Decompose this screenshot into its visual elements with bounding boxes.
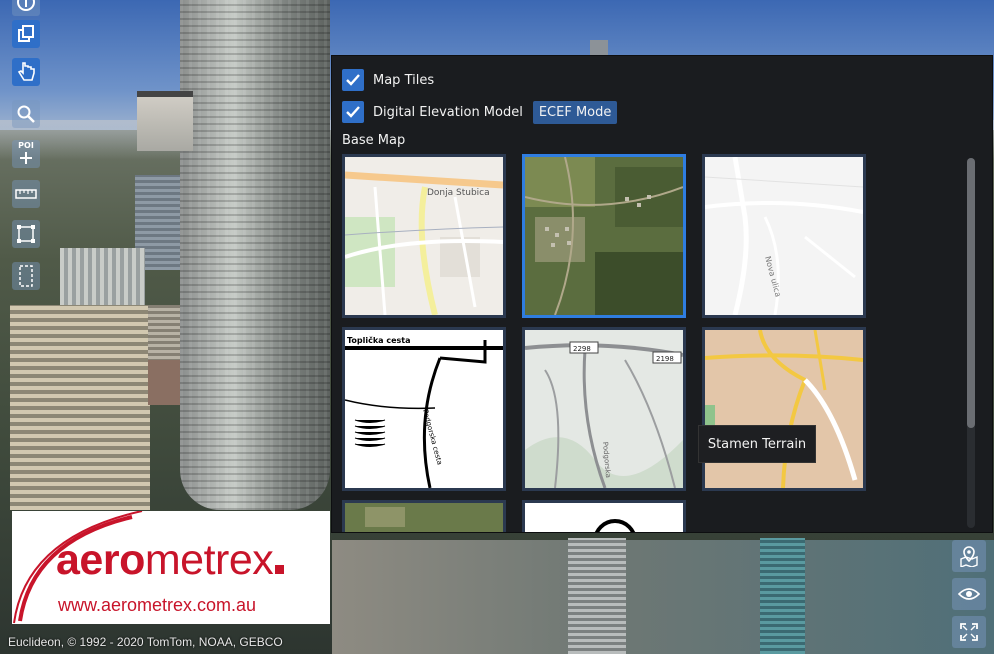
map-button[interactable] [12,180,40,208]
building [760,538,805,654]
logo-word-regular: metrex [144,536,274,584]
panel-scrollbar-thumb[interactable] [967,158,975,428]
base-map-tile-osm[interactable]: Donja Stubica [342,154,506,318]
copy-icon [18,25,34,42]
toner-map-preview: Toplička cesta Podgorska cesta [345,330,503,488]
eye-icon [958,588,980,600]
checkmark-icon [346,74,360,86]
satellite-map-preview [525,157,683,315]
aerometrex-logo: aerometrex www.aerometrex.com.au [12,511,330,624]
topo-map-preview: 2298 2198 Podgorska [525,330,683,488]
poi-label: POI [18,141,34,150]
base-map-tile-8[interactable] [522,500,686,532]
measure-area-button[interactable] [12,220,40,248]
main-tower [180,0,330,510]
building [568,538,626,654]
map-label: 2298 [573,345,591,353]
logo-word-bold: aero [56,536,145,584]
add-poi-button[interactable]: POI [12,140,40,168]
map-settings-panel: Map Tiles Digital Elevation Model ECEF M… [332,56,992,532]
camera-preview [137,91,193,151]
map-settings-button[interactable] [952,540,986,572]
ruler-icon [15,189,37,199]
visibility-button[interactable] [952,578,986,610]
base-map-tile-7[interactable] [342,500,506,532]
base-map-tile-topo[interactable]: 2298 2198 Podgorska [522,327,686,491]
ecef-mode-button[interactable]: ECEF Mode [532,100,618,124]
info-button[interactable] [12,0,40,16]
base-map-tile-light[interactable]: Nova ulica [702,154,866,318]
building [10,305,150,510]
map-tiles-label: Map Tiles [373,72,435,88]
search-button[interactable] [12,100,40,128]
panel-scrollbar[interactable] [967,158,975,528]
plus-icon [20,152,32,164]
polygon-nodes-icon [17,225,35,243]
hand-pointer-icon [17,62,35,81]
search-icon [17,105,35,123]
slice-button[interactable] [12,262,40,290]
logo-url: www.aerometrex.com.au [58,595,257,615]
fullscreen-icon [960,623,978,641]
checkmark-icon [346,106,360,118]
dem-label: Digital Elevation Model [373,104,523,120]
coastline [332,540,994,654]
osm-map-preview: Donja Stubica [345,157,503,315]
logo-wordmark: aerometrex [56,536,285,584]
map-attribution: Euclideon, © 1992 - 2020 TomTom, NOAA, G… [8,635,283,649]
fullscreen-button[interactable] [952,616,986,648]
map-label: Donja Stubica [427,188,490,198]
base-map-grid: Donja Stubica Nova ulica Toplička cesta … [342,154,872,532]
base-map-tile-satellite[interactable] [522,154,686,318]
copy-button[interactable] [12,20,40,48]
map-tiles-row[interactable]: Map Tiles [342,66,434,94]
logo-dot [275,565,285,574]
tile-tooltip: Stamen Terrain [698,425,816,463]
base-map-tile-terrain[interactable] [702,327,866,491]
terrain-map-preview [705,330,863,488]
map-pin-icon [960,546,978,567]
slice-icon [19,265,33,287]
dem-checkbox[interactable] [342,101,364,123]
map-label: 2198 [656,355,674,363]
map-preview [525,503,683,532]
info-icon [17,0,35,11]
camera-preview-bar [137,91,193,97]
map-label: Toplička cesta [347,335,411,345]
base-map-tile-toner[interactable]: Toplička cesta Podgorska cesta [342,327,506,491]
select-button[interactable] [12,58,40,86]
base-map-heading: Base Map [342,133,406,148]
dem-row[interactable]: Digital Elevation Model ECEF Mode [342,98,618,126]
map-preview [345,503,503,532]
light-map-preview: Nova ulica [705,157,863,315]
map-tiles-checkbox[interactable] [342,69,364,91]
